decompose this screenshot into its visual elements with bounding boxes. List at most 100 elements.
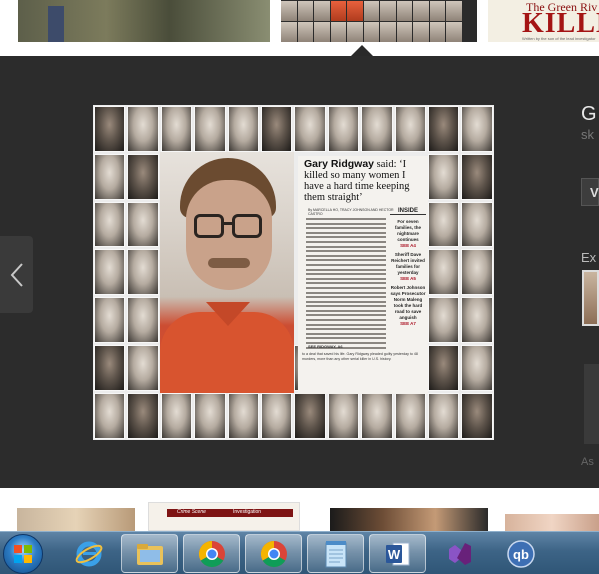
taskbar-internet-explorer[interactable]	[60, 534, 117, 573]
victim-photo-tile	[461, 249, 493, 296]
inside-item-1: For seven families, the nightmare contin…	[394, 219, 421, 242]
victim-photo-tile	[461, 106, 493, 152]
portrait-photo	[160, 152, 294, 393]
chevron-left-icon	[10, 262, 23, 287]
taskbar-chrome-window-2[interactable]	[245, 534, 302, 573]
windows-logo-icon	[14, 545, 32, 563]
banner-right-text: Investigation	[233, 509, 262, 515]
side-panel-footer: As	[581, 456, 594, 468]
article-body-text	[306, 218, 386, 351]
visit-page-button[interactable]: V	[581, 178, 599, 206]
victim-photo-tile	[127, 153, 159, 200]
victim-photo-tile	[127, 249, 159, 296]
related-thumbnail-1[interactable]	[582, 270, 599, 326]
previous-image-button[interactable]	[0, 236, 33, 313]
victim-photo-tile	[461, 201, 493, 248]
svg-text:W: W	[387, 547, 400, 562]
book-small-text: Written by the son of the lead investiga…	[522, 36, 596, 41]
word-icon: W	[385, 542, 409, 565]
victim-photo-tile	[428, 249, 460, 296]
victim-photo-tile	[394, 392, 426, 439]
victim-photo-tile	[294, 106, 326, 152]
victim-photo-tile	[361, 106, 393, 152]
article-footer-text: to a deal that saved his life. Gary Ridg…	[302, 352, 418, 361]
victim-photo-tile	[428, 297, 460, 343]
victim-photo-tile	[94, 249, 126, 296]
victim-photo-tile	[261, 392, 293, 439]
victim-photo-tile	[94, 392, 126, 439]
victim-photo-tile	[428, 153, 460, 200]
victim-photo-tile	[327, 392, 360, 439]
related-thumbnail-2[interactable]	[584, 364, 599, 444]
thumbnail-bottom-2[interactable]: Crime Scene Investigation	[148, 502, 300, 531]
newspaper-article: Gary Ridgway said: ‘I killed so many wom…	[298, 156, 428, 394]
notepad-icon	[325, 540, 346, 567]
windows-taskbar: W qb	[0, 531, 599, 574]
article-continued: SEE RIDGWAY, A6	[308, 344, 343, 349]
victim-photo-tile	[94, 153, 126, 200]
taskbar-notepad[interactable]	[307, 534, 364, 573]
victim-photo-tile	[160, 106, 193, 152]
thumbnail-book-cover[interactable]: The Green Riv KILLE Written by the son o…	[488, 0, 599, 42]
taskbar-chrome-window-1[interactable]	[183, 534, 240, 573]
victim-photo-tile	[227, 106, 259, 152]
victim-photo-tile	[127, 106, 159, 152]
inside-item-1-page: SEE A4	[400, 243, 416, 248]
victim-photo-tile	[227, 392, 259, 439]
chrome-icon	[260, 540, 287, 567]
internet-explorer-icon	[75, 541, 102, 566]
victim-photo-tile	[94, 297, 126, 343]
victim-photo-tile	[127, 297, 159, 343]
selected-thumbnail-caret	[351, 45, 373, 56]
victim-photo-tile	[361, 392, 393, 439]
victim-photo-tile	[194, 392, 226, 439]
taskbar-file-explorer[interactable]	[121, 534, 178, 573]
victim-photo-tile	[261, 106, 293, 152]
banner-left-text: Crime Scene	[177, 509, 206, 515]
victim-photo-tile	[428, 345, 460, 391]
chrome-icon	[198, 540, 225, 567]
inside-item-3-page: SEE A7	[400, 321, 416, 326]
inside-item-3: Robert Johnson says Prosecutor Norm Male…	[390, 285, 426, 320]
thumbnail-bottom-1[interactable]	[17, 508, 135, 531]
victim-photo-tile	[194, 106, 226, 152]
visual-studio-icon	[448, 542, 471, 565]
inside-item-2-page: SEE A5	[400, 276, 416, 281]
victim-photo-tile	[428, 106, 460, 152]
victim-photo-tile	[127, 345, 159, 391]
thumbnail-bottom-3[interactable]	[330, 508, 488, 531]
folder-icon	[136, 543, 163, 565]
inside-sidebar: INSIDE For seven families, the nightmare…	[390, 208, 426, 330]
side-panel-section-label: Ex	[581, 250, 597, 265]
thumbnail-faces-collage[interactable]	[281, 0, 477, 42]
victim-photo-tile	[394, 106, 426, 152]
victim-photo-tile	[94, 201, 126, 248]
victim-photo-tile	[127, 201, 159, 248]
svg-text:qb: qb	[513, 547, 529, 562]
preview-image-newspaper[interactable]: Gary Ridgway said: ‘I killed so many wom…	[93, 105, 494, 440]
thumbnail-bottom-4[interactable]	[505, 514, 599, 531]
start-button[interactable]	[3, 534, 43, 574]
taskbar-visual-studio[interactable]	[431, 534, 488, 573]
article-headline: Gary Ridgway said: ‘I killed so many wom…	[304, 158, 426, 204]
victim-photo-tile	[428, 392, 460, 439]
side-panel-title: G	[581, 103, 597, 125]
image-results-top-row: The Green Riv KILLE Written by the son o…	[0, 0, 599, 56]
side-panel-subtitle: sk	[581, 127, 594, 142]
headline-name: Gary Ridgway	[304, 158, 375, 170]
victim-photo-tile	[94, 345, 126, 391]
inside-item-2: Sheriff Dave Reichert invited families f…	[391, 252, 425, 275]
thumbnail-forest-photo[interactable]	[18, 0, 270, 42]
image-results-bottom-row: Crime Scene Investigation	[0, 488, 599, 531]
victim-photo-tile	[160, 392, 193, 439]
victim-photo-tile	[461, 392, 493, 439]
image-preview-panel: Gary Ridgway said: ‘I killed so many wom…	[0, 56, 599, 488]
inside-heading: INSIDE	[390, 208, 426, 215]
victim-photo-tile	[327, 106, 360, 152]
victim-photo-tile	[127, 392, 159, 439]
victim-photo-tile	[461, 345, 493, 391]
taskbar-qbittorrent[interactable]: qb	[492, 534, 549, 573]
taskbar-word[interactable]: W	[369, 534, 426, 573]
victim-photo-tile	[294, 392, 326, 439]
victim-photo-tile	[94, 106, 126, 152]
